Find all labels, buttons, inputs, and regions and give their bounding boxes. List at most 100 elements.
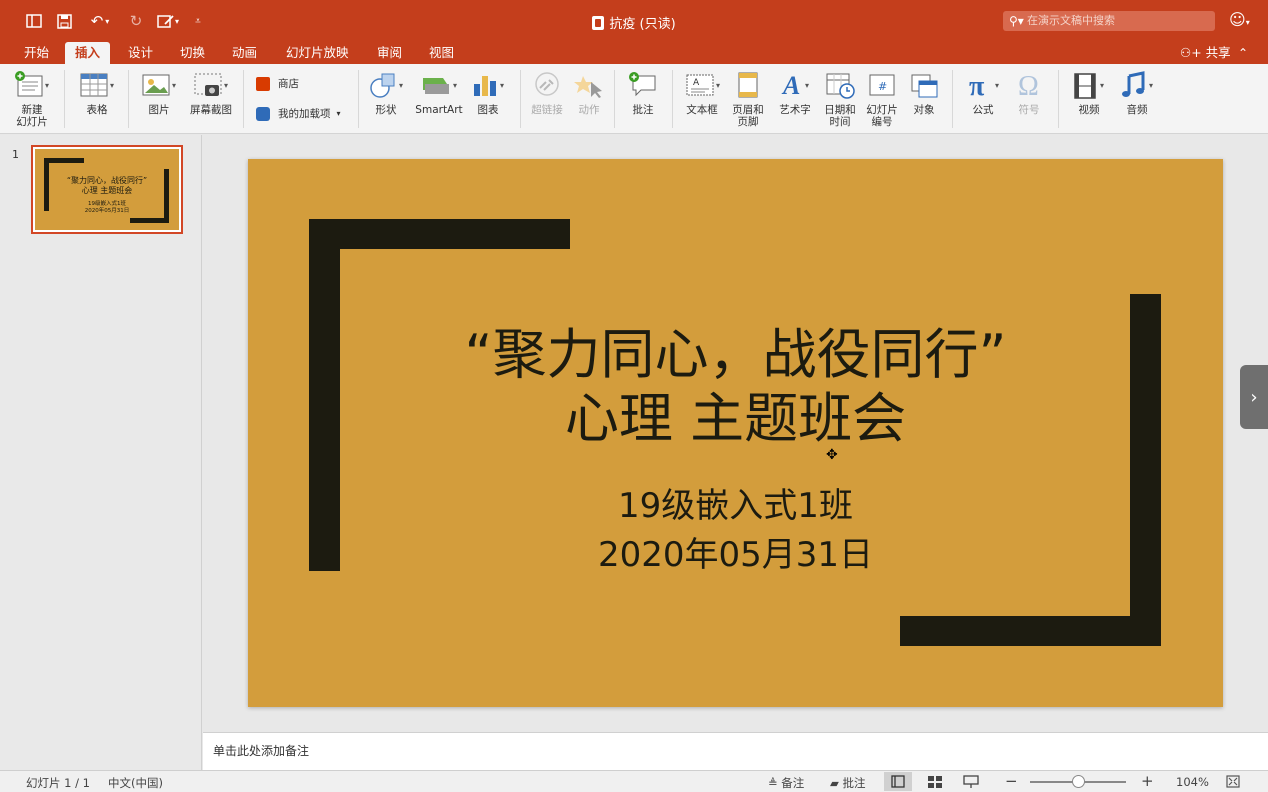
slide-canvas[interactable]: “聚力同心，战役同行” 心理 主题班会 19级嵌入式1班 2020年05月31日… [248,159,1223,707]
ribbon-separator [128,70,129,128]
thumbnail-content: “聚力同心，战役同行” 心理 主题班会 19级嵌入式1班 2020年05月31日 [35,149,179,230]
table-button[interactable]: ▾ 表格 [74,70,120,116]
thumbnail-title-line2: 心理 主题班会 [81,186,133,195]
feedback-smiley-icon[interactable]: ☺▾ [1229,10,1259,32]
add-person-icon: ⚇+ [1180,45,1202,60]
quick-access-menu-icon[interactable]: ⩡ [186,10,210,32]
collapse-ribbon-icon[interactable]: ⌃ [1238,42,1248,64]
language-status[interactable]: 中文(中国) [108,775,163,791]
chart-button[interactable]: ▾ 图表 [466,70,510,116]
comment-button[interactable]: 批注 [622,70,664,116]
zoom-in-button[interactable]: + [1141,772,1154,790]
bracket-bottom-right-horizontal[interactable] [900,616,1161,646]
svg-text:▾: ▾ [500,81,504,90]
screenshot-button[interactable]: ▾ 屏幕截图 [186,70,236,116]
ribbon-tabs: 开始 插入 设计 切换 动画 幻灯片放映 审阅 视图 ⚇+ 共享 ⌃ [0,42,1268,64]
slide-count-status: 幻灯片 1 / 1 [26,776,90,790]
slide-subtitle-line2[interactable]: 2020年05月31日 [248,533,1223,577]
tab-animations[interactable]: 动画 [222,42,267,64]
shapes-button[interactable]: ▾ 形状 [364,70,408,116]
store-button[interactable]: 商店 [256,76,299,91]
redo-icon[interactable]: ↻ [124,10,148,32]
slide-thumbnail[interactable]: “聚力同心，战役同行” 心理 主题班会 19级嵌入式1班 2020年05月31日 [31,145,183,234]
audio-button[interactable]: ▾ 音频 [1114,70,1160,116]
hyperlink-button[interactable]: 超链接 [526,70,568,116]
slide-title-line2[interactable]: 心理 主题班会 [248,389,1223,449]
svg-text:▾: ▾ [995,81,999,90]
slide-number-label: 1 [12,148,19,161]
picture-button[interactable]: ▾ 图片 [138,70,180,116]
tab-home[interactable]: 开始 [14,42,59,64]
picture-icon: ▾ [138,70,180,100]
textbox-button[interactable]: A ▾ 文本框 [678,70,726,116]
video-button[interactable]: ▾ 视频 [1066,70,1112,116]
smartart-button[interactable]: ▾ SmartArt [412,70,466,116]
tab-slideshow[interactable]: 幻灯片放映 [276,42,359,64]
new-slide-button[interactable]: ▾ 新建 幻灯片 [8,70,56,128]
wordart-button[interactable]: A ▾ 艺术字 [774,70,816,116]
undo-icon[interactable]: ↶ ▾ [84,10,116,32]
my-addins-button[interactable]: 我的加载项 ▾ [256,106,341,121]
tab-view[interactable]: 视图 [419,42,464,64]
music-note-icon: ▾ [1114,70,1160,100]
zoom-out-button[interactable]: − [1005,772,1018,790]
zoom-slider-handle[interactable] [1072,775,1085,788]
ribbon-separator [520,70,521,128]
ribbon-separator [64,70,65,128]
slide-number-button[interactable]: # 幻灯片 编号 [862,70,902,128]
ribbon-separator [952,70,953,128]
bracket-top-left-horizontal[interactable] [309,219,570,249]
ribbon-insert: ▾ 新建 幻灯片 ▾ 表格 ▾ 图片 ▾ 屏幕截图 商店 我的加载项 ▾ ▾ 形… [0,64,1268,134]
save-icon[interactable] [52,10,76,32]
object-icon [904,70,944,100]
svg-text:Ω: Ω [1018,71,1039,100]
customize-icon[interactable]: ▾ [154,10,182,32]
object-button[interactable]: 对象 [904,70,944,116]
hyperlink-icon [526,70,568,100]
slide-number-icon: # [862,70,902,100]
screenshot-icon: ▾ [186,70,236,100]
normal-view-button[interactable] [884,772,912,791]
equation-button[interactable]: π ▾ 公式 [960,70,1006,116]
slideshow-icon [963,775,979,788]
thumbnail-subtitle-line2: 2020年05月31日 [84,208,130,214]
tab-transitions[interactable]: 切换 [170,42,215,64]
header-footer-button[interactable]: 页眉和 页脚 [728,70,768,128]
slide-subtitle-line1[interactable]: 19级嵌入式1班 [248,484,1223,528]
expand-pane-chevron-icon[interactable]: › [1240,365,1268,429]
ribbon-separator [243,70,244,128]
svg-text:▾: ▾ [399,81,403,90]
share-button[interactable]: ⚇+ 共享 [1180,42,1231,64]
comments-toggle-button[interactable]: ▰ 批注 [830,775,866,791]
tab-review[interactable]: 审阅 [367,42,412,64]
svg-text:A: A [781,71,800,100]
ribbon-separator [1058,70,1059,128]
notes-icon: ≜ [768,776,778,790]
tab-insert[interactable]: 插入 [65,42,111,64]
zoom-level[interactable]: 104% [1176,775,1209,789]
slideshow-view-button[interactable] [962,774,980,792]
symbol-button[interactable]: Ω 符号 [1008,70,1050,116]
smartart-icon: ▾ [412,70,466,100]
svg-text:▾: ▾ [1100,81,1104,90]
search-input[interactable]: ⚲▾ 在演示文稿中搜索 [1003,11,1215,31]
sidebar-toggle-icon[interactable] [22,10,46,32]
tab-design[interactable]: 设计 [118,42,163,64]
slide-sorter-view-button[interactable] [926,774,944,792]
action-button[interactable]: 动作 [570,70,608,116]
normal-view-icon [891,775,905,788]
title-bar: ↶ ▾ ↻ ▾ ⩡ 抗疫 (只读) ⚲▾ 在演示文稿中搜索 ☺▾ [0,0,1268,42]
comment-icon [622,70,664,100]
notes-input[interactable]: 单击此处添加备注 [203,732,1268,770]
action-icon [570,70,608,100]
slide-title-line1[interactable]: “聚力同心，战役同行” [248,325,1223,385]
shapes-icon: ▾ [364,70,408,100]
fit-to-window-button[interactable] [1225,774,1241,792]
notes-toggle-button[interactable]: ≜ 备注 [768,775,804,791]
slide-editor: “聚力同心，战役同行” 心理 主题班会 19级嵌入式1班 2020年05月31日… [203,135,1268,732]
slide-sorter-icon [928,776,942,788]
omega-icon: Ω [1008,70,1050,100]
svg-text:▾: ▾ [224,81,228,90]
thumbnail-bracket-bar [130,218,169,223]
date-time-button[interactable]: 日期和 时间 [820,70,860,128]
